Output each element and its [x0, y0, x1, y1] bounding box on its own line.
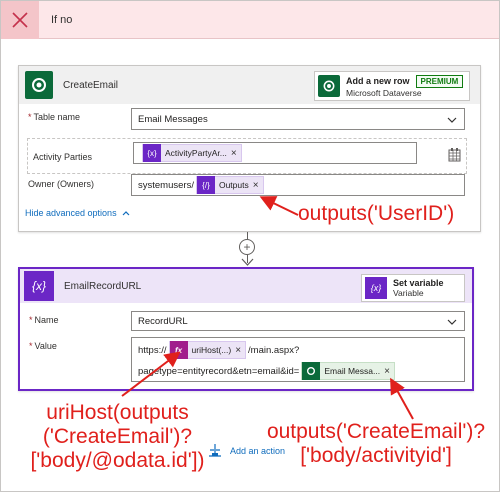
premium-badge: PREMIUM [415, 74, 464, 88]
outputs-token[interactable]: {/} Outputs × [195, 176, 264, 194]
if-no-title: If no [51, 13, 73, 26]
value-text: pagetype=entityrecord&etn=email&id= [138, 365, 300, 377]
activity-parties-input[interactable]: {x} ActivityPartyAr... × [133, 142, 417, 164]
activity-party-token[interactable]: {x} ActivityPartyAr... × [142, 144, 242, 162]
owner-input[interactable]: systemusers/ {/} Outputs × [131, 174, 465, 196]
remove-token-icon[interactable]: × [253, 180, 263, 191]
operation-title: Add a new row [346, 76, 410, 86]
close-icon[interactable] [1, 0, 39, 39]
owner-prefix: systemusers/ [138, 179, 194, 191]
table-name-select[interactable]: Email Messages [131, 108, 465, 130]
insert-step-button[interactable]: + [239, 239, 255, 255]
name-select[interactable]: RecordURL [131, 311, 465, 331]
table-name-label: * Table name [28, 112, 81, 122]
value-text: /main.aspx? [248, 344, 300, 356]
annotation-urihost: uriHost(outputs ('CreateEmail')? ['body/… [30, 401, 205, 472]
variable-icon: {x} [143, 144, 161, 162]
remove-token-icon[interactable]: × [235, 345, 245, 356]
connector-name: Microsoft Dataverse [346, 87, 422, 98]
operation-info: Add a new row PREMIUM Microsoft Datavers… [314, 71, 470, 101]
card-title: EmailRecordURL [64, 280, 142, 292]
switch-to-array-icon[interactable] [448, 148, 462, 162]
value-text: https:// [138, 344, 167, 356]
remove-token-icon[interactable]: × [231, 148, 241, 159]
dataverse-icon [302, 362, 321, 380]
operation-info: {x} Set variable Variable [361, 274, 465, 302]
hide-advanced-options[interactable]: Hide advanced options [25, 208, 131, 218]
connector-name: Variable [393, 288, 424, 298]
chevron-down-icon [447, 117, 457, 123]
operation-title: Set variable [393, 278, 444, 288]
urihost-token[interactable]: fx uriHost(...) × [168, 341, 247, 359]
function-icon: fx [169, 341, 188, 359]
arrow-down-icon [241, 258, 254, 266]
name-label: * Name [29, 315, 59, 325]
value-input[interactable]: https:// fx uriHost(...) × /main.aspx? p… [131, 337, 465, 382]
connector-line [247, 232, 248, 239]
annotation-userid: outputs('UserID') [298, 202, 455, 225]
dataverse-icon [25, 71, 53, 99]
dataverse-icon [318, 75, 340, 97]
compose-icon: {/} [196, 176, 215, 194]
annotation-activityid: outputs('CreateEmail')? ['body/activityi… [266, 420, 486, 467]
activity-parties-label: Activity Parties [33, 152, 93, 162]
email-record-url-card: {x} EmailRecordURL {x} Set variable Vari… [18, 267, 474, 391]
email-messages-token[interactable]: Email Messa... × [301, 362, 395, 380]
owner-label: Owner (Owners) [28, 179, 95, 189]
card-title: CreateEmail [63, 79, 119, 91]
variable-icon: {x} [24, 271, 54, 301]
variable-icon: {x} [365, 277, 387, 299]
chevron-up-icon [122, 211, 130, 216]
chevron-down-icon [447, 319, 457, 325]
if-no-header[interactable]: If no [1, 0, 499, 39]
remove-token-icon[interactable]: × [384, 366, 394, 377]
value-label: * Value [29, 341, 57, 351]
